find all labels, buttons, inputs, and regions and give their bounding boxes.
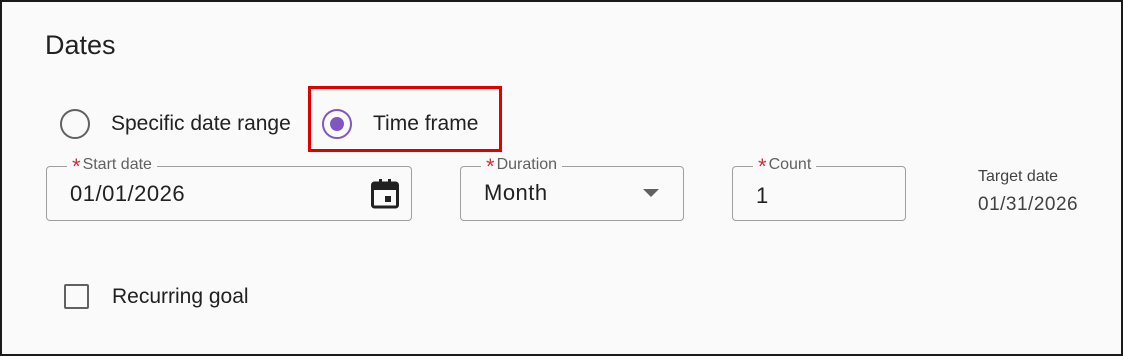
duration-value[interactable]: Month bbox=[484, 180, 548, 206]
target-date-label: Target date bbox=[978, 168, 1059, 185]
start-date-field[interactable]: * Start date 01/01/2026 bbox=[46, 156, 412, 221]
radio-label: Time frame bbox=[373, 112, 479, 135]
section-title: Dates bbox=[45, 30, 116, 60]
duration-select[interactable]: * Duration Month bbox=[460, 156, 684, 221]
count-label: * Count bbox=[753, 156, 817, 178]
target-date: Target date 01/31/2026 bbox=[978, 168, 1078, 216]
count-label-text: Count bbox=[768, 156, 812, 173]
dates-panel: Dates Specific date range Time frame * St… bbox=[0, 0, 1123, 356]
radio-time-frame[interactable]: Time frame bbox=[322, 109, 478, 139]
required-asterisk: * bbox=[486, 154, 495, 179]
start-date-label: * Start date bbox=[67, 156, 157, 178]
count-field[interactable]: * Count 1 bbox=[732, 156, 906, 221]
chevron-down-icon[interactable] bbox=[643, 189, 659, 197]
checkbox-unchecked-icon[interactable] bbox=[64, 284, 89, 309]
radio-checked-icon[interactable] bbox=[322, 109, 352, 139]
recurring-goal-label: Recurring goal bbox=[112, 284, 249, 308]
required-asterisk: * bbox=[758, 154, 767, 179]
start-date-label-text: Start date bbox=[82, 156, 152, 173]
duration-label-text: Duration bbox=[496, 156, 558, 173]
duration-label: * Duration bbox=[481, 156, 563, 178]
count-value[interactable]: 1 bbox=[756, 183, 769, 209]
radio-label: Specific date range bbox=[111, 112, 291, 135]
calendar-icon[interactable] bbox=[371, 179, 399, 209]
required-asterisk: * bbox=[72, 154, 81, 179]
radio-unchecked-icon[interactable] bbox=[60, 109, 90, 139]
radio-specific-date-range[interactable]: Specific date range bbox=[60, 109, 291, 139]
target-date-value: 01/31/2026 bbox=[978, 194, 1079, 215]
recurring-goal-checkbox[interactable]: Recurring goal bbox=[64, 284, 249, 309]
start-date-value[interactable]: 01/01/2026 bbox=[70, 181, 185, 207]
